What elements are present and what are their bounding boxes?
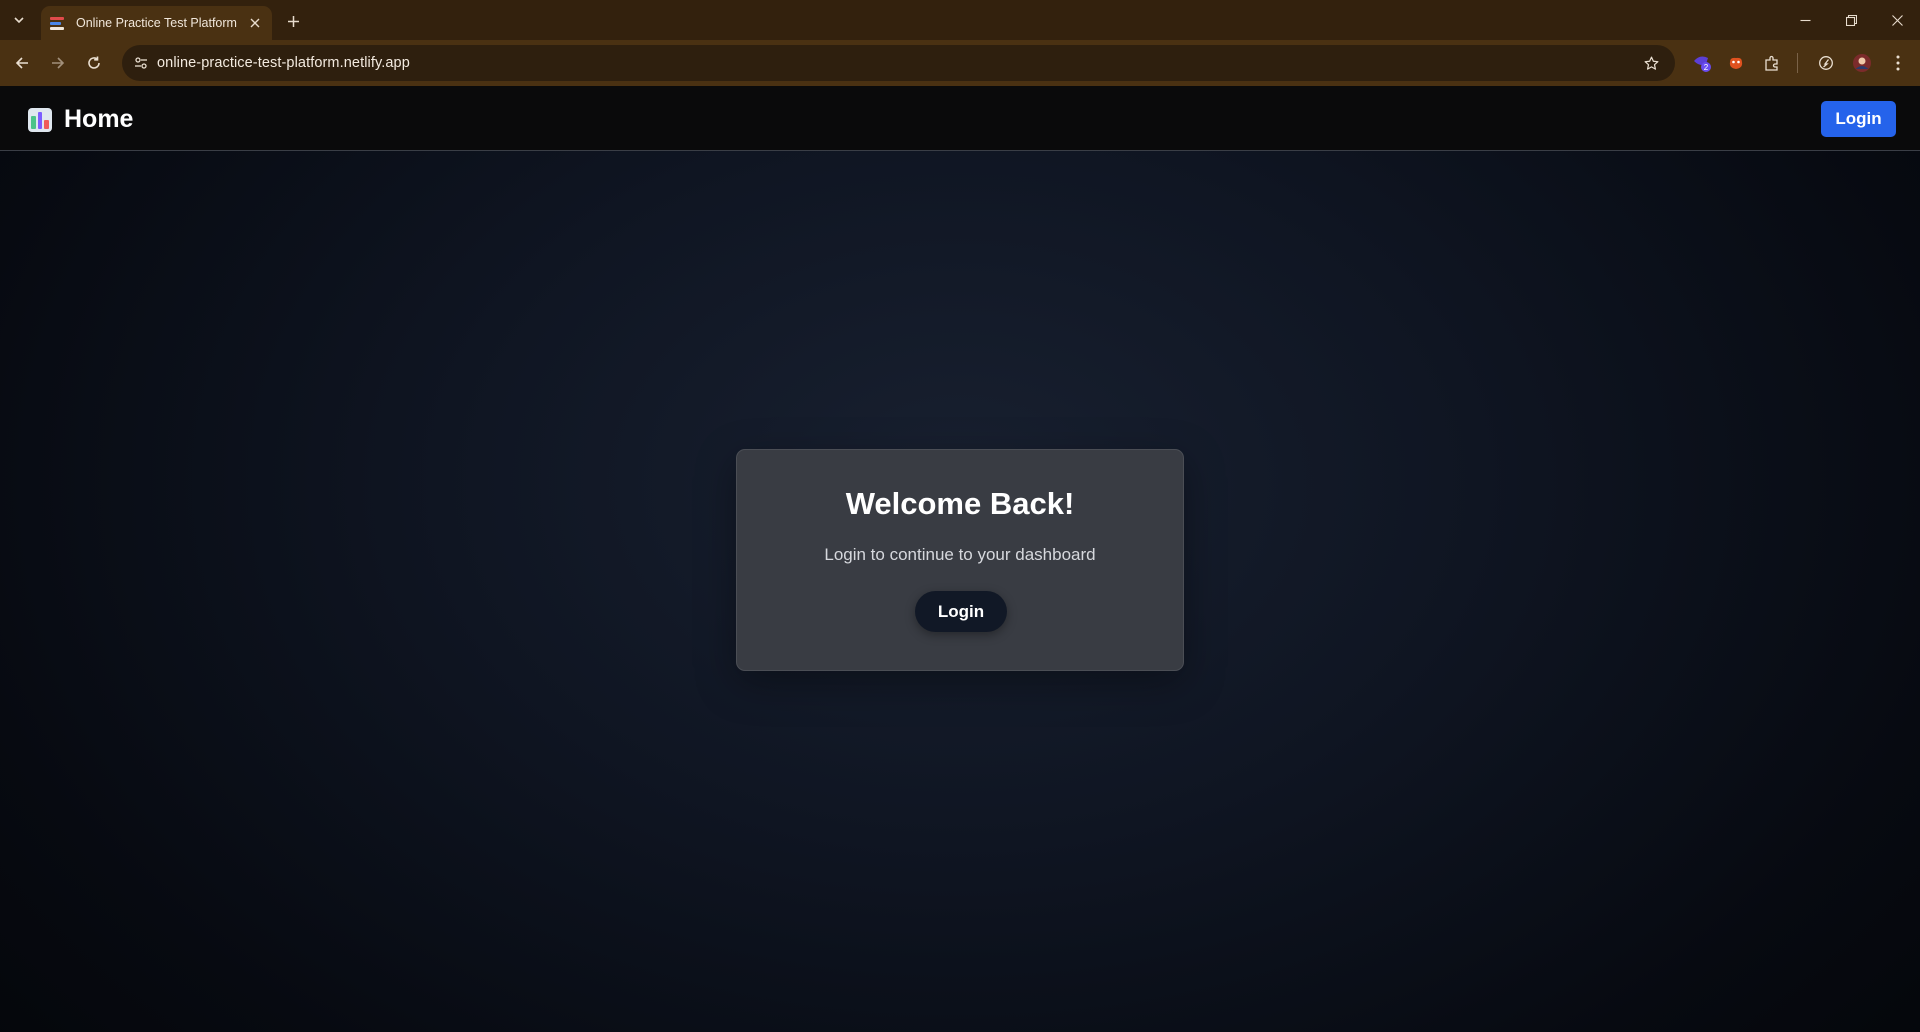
tab-list-button[interactable] [6, 9, 32, 31]
card-title: Welcome Back! [845, 486, 1075, 521]
back-button[interactable] [8, 49, 36, 77]
extensions-menu-button[interactable] [1758, 49, 1786, 77]
close-icon [1891, 14, 1903, 26]
brand-title: Home [64, 105, 134, 133]
site-info-icon [135, 57, 147, 69]
plus-icon [287, 15, 299, 27]
url-text: online-practice-test-platform.netlify.ap… [157, 55, 410, 71]
browser-tabstrip: Online Practice Test Platform [0, 0, 1920, 40]
extension-badge: 2 [1704, 63, 1709, 72]
performance-button[interactable] [1812, 49, 1840, 77]
kebab-menu-icon [1896, 55, 1900, 71]
reload-button[interactable] [80, 49, 108, 77]
card-login-button[interactable]: Login [915, 591, 1007, 632]
tab-title: Online Practice Test Platform [76, 16, 237, 30]
forward-button[interactable] [44, 49, 72, 77]
puzzle-icon [1765, 55, 1778, 71]
profile-button[interactable] [1848, 49, 1876, 77]
chevron-down-icon [14, 17, 24, 24]
minimize-icon [1800, 19, 1810, 21]
extension-icon [1729, 57, 1743, 69]
chart-logo-icon [28, 107, 52, 132]
close-window-button[interactable] [1874, 0, 1920, 40]
gauge-icon [1819, 56, 1833, 70]
extension-button-1[interactable]: 2 [1688, 49, 1716, 77]
browser-tab[interactable]: Online Practice Test Platform [41, 6, 272, 40]
site-info-button[interactable] [130, 52, 152, 74]
forward-icon [52, 57, 65, 69]
app-favicon-icon [50, 15, 66, 31]
extension-button-2[interactable] [1722, 49, 1750, 77]
tab-close-button[interactable] [246, 14, 264, 32]
brand-home-link[interactable]: Home [28, 105, 133, 134]
profile-avatar-icon [1853, 54, 1871, 72]
restore-button[interactable] [1828, 0, 1874, 40]
browser-toolbar: online-practice-test-platform.netlify.ap… [0, 40, 1920, 86]
reload-icon [88, 56, 100, 69]
card-subtitle: Login to continue to your dashboard [824, 545, 1096, 564]
close-icon [250, 18, 260, 28]
star-icon [1644, 56, 1658, 70]
browser-menu-button[interactable] [1884, 49, 1912, 77]
back-icon [15, 57, 28, 69]
welcome-card: Welcome Back! Login to continue to your … [736, 449, 1184, 671]
restore-icon [1845, 14, 1857, 26]
toolbar-divider [1797, 53, 1798, 73]
minimize-button[interactable] [1782, 0, 1828, 40]
address-bar[interactable]: online-practice-test-platform.netlify.ap… [122, 45, 1675, 81]
new-tab-button[interactable] [281, 9, 305, 33]
site-navbar: Home Login [0, 86, 1920, 151]
page-content: Home Login Welcome Back! Login to contin… [0, 86, 1920, 1032]
bookmark-button[interactable] [1640, 52, 1662, 74]
navbar-login-button[interactable]: Login [1821, 101, 1896, 137]
extension-icon: 2 [1694, 56, 1711, 72]
